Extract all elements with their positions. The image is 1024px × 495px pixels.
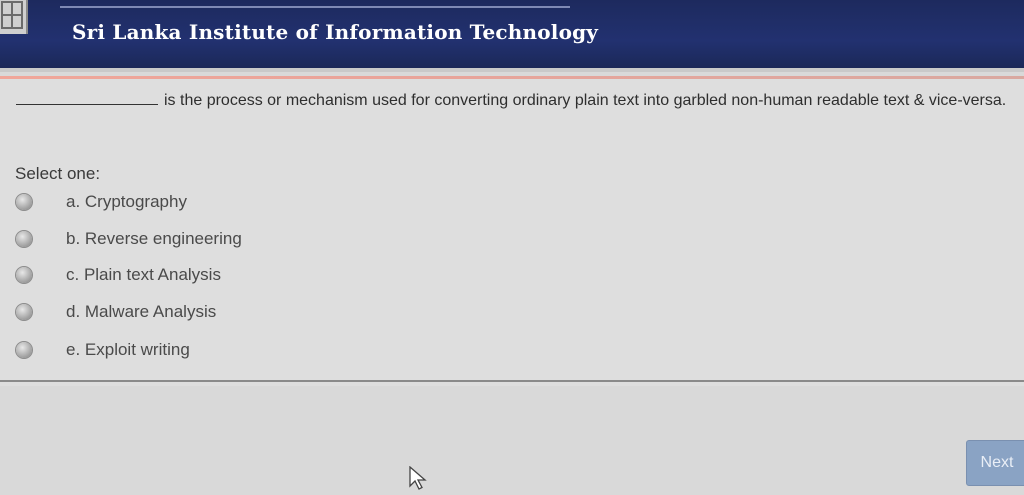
option-label[interactable]: a. Cryptography [66,192,187,212]
page-header: Sri Lanka Institute of Information Techn… [0,0,1024,68]
site-title: Sri Lanka Institute of Information Techn… [72,20,599,44]
option-a[interactable]: a. Cryptography [0,188,400,218]
question-text-container: is the process or mechanism used for con… [16,90,1016,112]
option-label[interactable]: c. Plain text Analysis [66,265,221,285]
option-label[interactable]: d. Malware Analysis [66,302,216,322]
header-top-line [60,6,570,8]
question-bottom-divider [0,380,1024,382]
mouse-cursor-icon [408,465,430,490]
institute-logo-icon [0,0,28,34]
answer-blank [16,92,158,105]
option-c[interactable]: c. Plain text Analysis [0,261,400,291]
next-button[interactable]: Next [966,440,1024,486]
option-d[interactable]: d. Malware Analysis [0,298,400,328]
radio-button[interactable] [16,194,32,210]
header-divider [0,68,1024,72]
radio-button[interactable] [16,231,32,247]
option-label[interactable]: e. Exploit writing [66,340,190,360]
select-one-label: Select one: [15,164,101,183]
option-label[interactable]: b. Reverse engineering [66,229,242,249]
question-text: is the process or mechanism used for con… [164,92,1007,109]
radio-button[interactable] [16,342,32,358]
question-rule [0,76,1024,79]
option-b[interactable]: b. Reverse engineering [0,225,400,255]
option-e[interactable]: e. Exploit writing [0,336,400,366]
radio-button[interactable] [16,267,32,283]
question-card: is the process or mechanism used for con… [0,76,1024,386]
radio-button[interactable] [16,304,32,320]
